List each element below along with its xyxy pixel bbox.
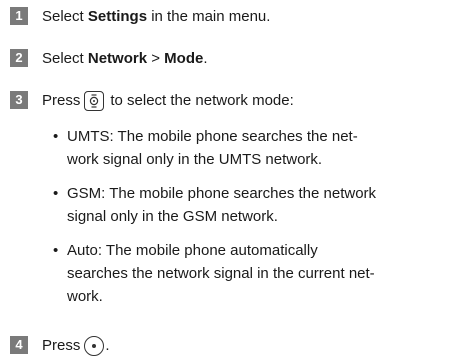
step-text-post: .	[105, 337, 110, 354]
bullet-mark: •	[53, 185, 59, 202]
step-text-pre: Select	[42, 8, 88, 25]
bullet-line: GSM: The mobile phone searches the netwo…	[67, 185, 377, 202]
navigation-key-icon	[84, 91, 105, 111]
bullet-item-gsm: • GSM: The mobile phone searches the net…	[53, 182, 453, 228]
step-number-badge: 2	[10, 49, 28, 67]
ok-key-icon	[84, 336, 105, 356]
bullet-line: work signal only in the UMTS network.	[67, 151, 323, 168]
bullet-line: searches the network signal in the curre…	[67, 265, 375, 282]
menu-path-separator: >	[147, 50, 165, 67]
step-text-post: .	[203, 50, 208, 67]
bullet-line: UMTS: The mobile phone searches the net-	[67, 128, 358, 145]
step-text-post: to select the network mode:	[110, 92, 294, 109]
ok-key-dot	[92, 344, 97, 348]
step-1: 1 Select Settings in the main menu.	[0, 7, 270, 27]
bullet-text: Auto: The mobile phone automatically sea…	[67, 239, 375, 308]
step-text: Select Settings in the main menu.	[42, 7, 270, 27]
bullet-line: Auto: The mobile phone automatically	[67, 242, 318, 259]
bullet-item-umts: • UMTS: The mobile phone searches the ne…	[53, 125, 453, 171]
step-text-pre: Press	[42, 337, 81, 354]
step-number-badge: 3	[10, 91, 28, 109]
step-2: 2 Select Network > Mode .	[0, 49, 208, 69]
step-text: Press .	[42, 336, 110, 356]
step-text: Select Network > Mode .	[42, 49, 208, 69]
instruction-document: 1 Select Settings in the main menu. 2 Se…	[0, 0, 454, 363]
step-3: 3 Press to select the network mode:	[0, 91, 294, 111]
step-text-pre: Select	[42, 50, 88, 67]
bullet-text: UMTS: The mobile phone searches the net-…	[67, 125, 358, 171]
step-number-badge: 1	[10, 7, 28, 25]
bullet-text: GSM: The mobile phone searches the netwo…	[67, 182, 376, 228]
bullet-line: signal only in the GSM network.	[67, 208, 278, 225]
step-number-badge: 4	[10, 336, 28, 354]
bullet-line: work.	[67, 288, 103, 305]
step-4: 4 Press .	[0, 336, 110, 356]
step-text: Press to select the network mode:	[42, 91, 294, 111]
step-text-pre: Press	[42, 92, 81, 109]
bullet-item-auto: • Auto: The mobile phone automatically s…	[53, 239, 453, 308]
step-text-post: in the main menu.	[147, 8, 271, 25]
menu-item-mode: Mode	[164, 50, 204, 67]
menu-item-network: Network	[87, 50, 148, 67]
menu-item-settings: Settings	[87, 8, 148, 25]
bullet-mark: •	[53, 242, 59, 259]
bullet-mark: •	[53, 128, 59, 145]
